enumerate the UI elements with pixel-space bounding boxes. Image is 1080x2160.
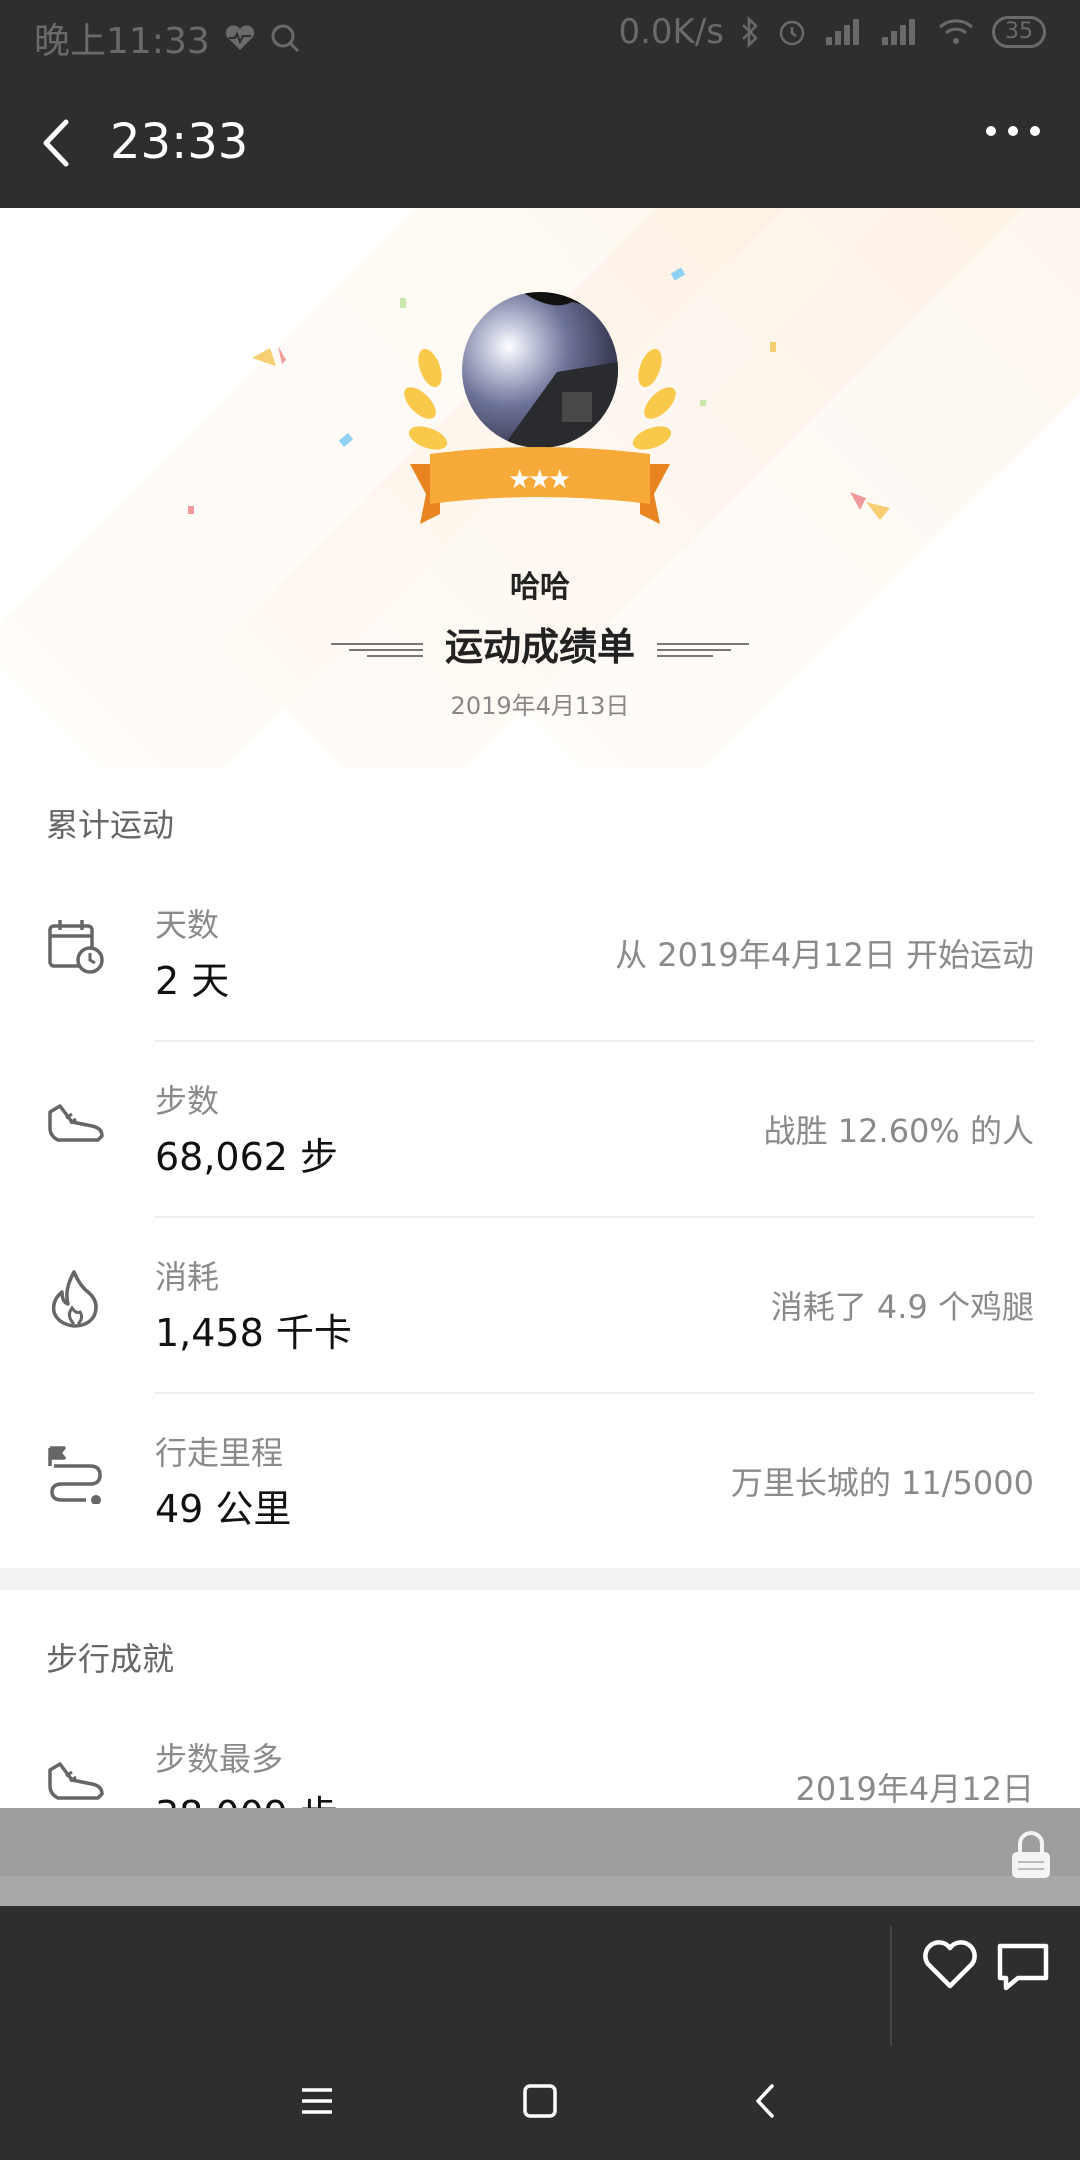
heart-rate-icon [225,25,254,50]
section-title-cumulative: 累计运动 [46,806,175,844]
more-options-icon[interactable] [986,126,1040,136]
avatar[interactable] [462,292,618,448]
lock-icon[interactable] [1008,1830,1054,1880]
stat-row-distance[interactable]: 行走里程 49 公里 万里长城的 11/5000 [0,1394,1080,1570]
stat-value: 49 公里 [155,1487,292,1531]
favorite-heart-icon[interactable] [922,1940,978,1990]
locked-overlay-lower [0,1876,1080,1908]
hero-banner: ★ ★ ★ [0,208,1080,768]
app-bar: 23:33 [0,78,1080,208]
stat-row-steps[interactable]: 步数 68,062 步 战胜 12.60% 的人 [0,1042,1080,1218]
comment-icon[interactable] [996,1942,1050,1992]
route-flag-icon [48,1446,102,1504]
bottom-divider [890,1926,892,2046]
menu-nav-icon[interactable] [292,2076,342,2126]
title-decor-left [330,641,423,659]
stat-value: 68,062 步 [155,1135,339,1179]
stat-label: 行走里程 [155,1434,284,1472]
ribbon-banner: ★ ★ ★ [410,447,670,524]
report-date: 2019年4月13日 [450,692,630,720]
stat-label: 天数 [155,906,220,944]
stat-value: 2 天 [155,959,230,1003]
stat-note: 从 2019年4月12日 开始运动 [615,936,1034,974]
shoe-icon [48,1104,104,1142]
signal-icon-2 [882,19,915,45]
stat-note: 消耗了 4.9 个鸡腿 [770,1288,1034,1326]
shoe-icon [48,1762,104,1800]
report-title: 运动成绩单 [444,625,635,669]
home-nav-icon[interactable] [515,2076,565,2126]
section-title-achievements: 步行成就 [46,1640,175,1678]
search-icon [271,24,299,53]
svg-text:★: ★ [548,465,571,495]
battery-indicator: 35 [992,16,1046,48]
report-title-row: 运动成绩单 [0,616,1080,671]
back-nav-icon[interactable] [742,2076,792,2126]
stat-note: 2019年4月12日 [795,1770,1034,1808]
stat-row-calories[interactable]: 消耗 1,458 千卡 消耗了 4.9 个鸡腿 [0,1218,1080,1394]
status-bar: 晚上11:33 0.0K/s 35 [0,0,1080,78]
network-speed: 0.0K/s [618,12,724,52]
stat-note: 战胜 12.60% 的人 [763,1112,1034,1150]
status-time: 晚上11:33 [34,21,210,62]
stat-label: 步数最多 [155,1740,284,1778]
stat-row-days[interactable]: 天数 2 天 从 2019年4月12日 开始运动 [0,866,1080,1042]
section-divider [0,1568,1080,1590]
signal-icon [826,19,859,45]
page-title: 23:33 [110,114,249,170]
stat-value: 1,458 千卡 [155,1311,352,1355]
bottom-bar [0,1906,1080,2160]
stat-note: 万里长城的 11/5000 [730,1464,1034,1502]
stat-label: 步数 [155,1082,220,1120]
calendar-clock-icon [48,920,104,974]
back-arrow-icon[interactable] [36,118,84,168]
alarm-icon [779,20,805,46]
bluetooth-icon [742,16,758,48]
stat-label: 消耗 [155,1258,220,1296]
avatar-silhouette [502,292,618,448]
flame-icon [51,1270,98,1328]
title-decor-right [657,641,749,659]
username: 哈哈 [510,570,570,605]
wifi-icon [939,19,973,44]
